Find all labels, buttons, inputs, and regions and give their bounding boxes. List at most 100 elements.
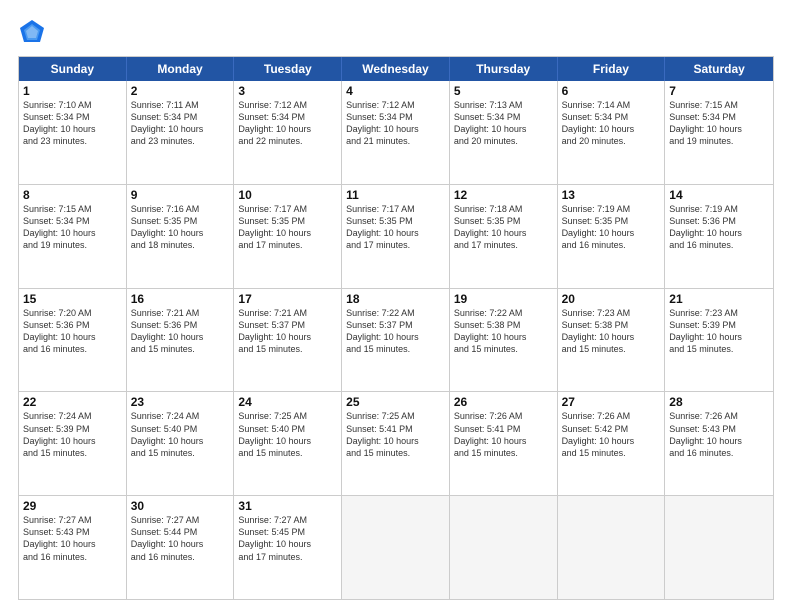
weekday-header: Tuesday — [234, 57, 342, 81]
calendar-cell: 19Sunrise: 7:22 AMSunset: 5:38 PMDayligh… — [450, 289, 558, 392]
calendar-cell: 4Sunrise: 7:12 AMSunset: 5:34 PMDaylight… — [342, 81, 450, 184]
cell-info: Sunrise: 7:16 AMSunset: 5:35 PMDaylight:… — [131, 203, 230, 252]
cell-info: Sunrise: 7:25 AMSunset: 5:40 PMDaylight:… — [238, 410, 337, 459]
calendar-cell: 11Sunrise: 7:17 AMSunset: 5:35 PMDayligh… — [342, 185, 450, 288]
weekday-header: Friday — [558, 57, 666, 81]
calendar-cell: 1Sunrise: 7:10 AMSunset: 5:34 PMDaylight… — [19, 81, 127, 184]
day-number: 31 — [238, 499, 337, 513]
cell-info: Sunrise: 7:19 AMSunset: 5:35 PMDaylight:… — [562, 203, 661, 252]
calendar-row: 1Sunrise: 7:10 AMSunset: 5:34 PMDaylight… — [19, 81, 773, 185]
day-number: 12 — [454, 188, 553, 202]
day-number: 18 — [346, 292, 445, 306]
calendar-header: SundayMondayTuesdayWednesdayThursdayFrid… — [19, 57, 773, 81]
calendar-row: 8Sunrise: 7:15 AMSunset: 5:34 PMDaylight… — [19, 185, 773, 289]
calendar-cell: 2Sunrise: 7:11 AMSunset: 5:34 PMDaylight… — [127, 81, 235, 184]
cell-info: Sunrise: 7:22 AMSunset: 5:37 PMDaylight:… — [346, 307, 445, 356]
day-number: 9 — [131, 188, 230, 202]
day-number: 17 — [238, 292, 337, 306]
calendar-cell — [665, 496, 773, 599]
calendar-cell: 24Sunrise: 7:25 AMSunset: 5:40 PMDayligh… — [234, 392, 342, 495]
logo-icon — [18, 18, 46, 46]
calendar-cell: 26Sunrise: 7:26 AMSunset: 5:41 PMDayligh… — [450, 392, 558, 495]
calendar-cell — [342, 496, 450, 599]
calendar-cell: 14Sunrise: 7:19 AMSunset: 5:36 PMDayligh… — [665, 185, 773, 288]
weekday-header: Saturday — [665, 57, 773, 81]
calendar-cell: 23Sunrise: 7:24 AMSunset: 5:40 PMDayligh… — [127, 392, 235, 495]
day-number: 8 — [23, 188, 122, 202]
weekday-header: Wednesday — [342, 57, 450, 81]
calendar-cell: 16Sunrise: 7:21 AMSunset: 5:36 PMDayligh… — [127, 289, 235, 392]
calendar-cell — [450, 496, 558, 599]
cell-info: Sunrise: 7:26 AMSunset: 5:41 PMDaylight:… — [454, 410, 553, 459]
day-number: 20 — [562, 292, 661, 306]
cell-info: Sunrise: 7:26 AMSunset: 5:43 PMDaylight:… — [669, 410, 769, 459]
day-number: 14 — [669, 188, 769, 202]
cell-info: Sunrise: 7:20 AMSunset: 5:36 PMDaylight:… — [23, 307, 122, 356]
cell-info: Sunrise: 7:25 AMSunset: 5:41 PMDaylight:… — [346, 410, 445, 459]
calendar-row: 22Sunrise: 7:24 AMSunset: 5:39 PMDayligh… — [19, 392, 773, 496]
calendar-cell: 27Sunrise: 7:26 AMSunset: 5:42 PMDayligh… — [558, 392, 666, 495]
cell-info: Sunrise: 7:12 AMSunset: 5:34 PMDaylight:… — [346, 99, 445, 148]
cell-info: Sunrise: 7:23 AMSunset: 5:38 PMDaylight:… — [562, 307, 661, 356]
day-number: 7 — [669, 84, 769, 98]
cell-info: Sunrise: 7:27 AMSunset: 5:45 PMDaylight:… — [238, 514, 337, 563]
calendar-cell: 31Sunrise: 7:27 AMSunset: 5:45 PMDayligh… — [234, 496, 342, 599]
weekday-header: Thursday — [450, 57, 558, 81]
cell-info: Sunrise: 7:21 AMSunset: 5:36 PMDaylight:… — [131, 307, 230, 356]
day-number: 15 — [23, 292, 122, 306]
calendar-cell: 6Sunrise: 7:14 AMSunset: 5:34 PMDaylight… — [558, 81, 666, 184]
cell-info: Sunrise: 7:27 AMSunset: 5:44 PMDaylight:… — [131, 514, 230, 563]
cell-info: Sunrise: 7:22 AMSunset: 5:38 PMDaylight:… — [454, 307, 553, 356]
logo — [18, 18, 50, 46]
weekday-header: Monday — [127, 57, 235, 81]
day-number: 16 — [131, 292, 230, 306]
calendar-cell: 12Sunrise: 7:18 AMSunset: 5:35 PMDayligh… — [450, 185, 558, 288]
calendar-cell: 20Sunrise: 7:23 AMSunset: 5:38 PMDayligh… — [558, 289, 666, 392]
day-number: 6 — [562, 84, 661, 98]
day-number: 11 — [346, 188, 445, 202]
calendar-cell: 30Sunrise: 7:27 AMSunset: 5:44 PMDayligh… — [127, 496, 235, 599]
calendar-cell: 21Sunrise: 7:23 AMSunset: 5:39 PMDayligh… — [665, 289, 773, 392]
calendar-cell: 7Sunrise: 7:15 AMSunset: 5:34 PMDaylight… — [665, 81, 773, 184]
day-number: 30 — [131, 499, 230, 513]
cell-info: Sunrise: 7:24 AMSunset: 5:40 PMDaylight:… — [131, 410, 230, 459]
calendar-cell: 17Sunrise: 7:21 AMSunset: 5:37 PMDayligh… — [234, 289, 342, 392]
cell-info: Sunrise: 7:17 AMSunset: 5:35 PMDaylight:… — [238, 203, 337, 252]
day-number: 22 — [23, 395, 122, 409]
day-number: 25 — [346, 395, 445, 409]
calendar-cell: 18Sunrise: 7:22 AMSunset: 5:37 PMDayligh… — [342, 289, 450, 392]
calendar-cell: 22Sunrise: 7:24 AMSunset: 5:39 PMDayligh… — [19, 392, 127, 495]
day-number: 27 — [562, 395, 661, 409]
cell-info: Sunrise: 7:10 AMSunset: 5:34 PMDaylight:… — [23, 99, 122, 148]
calendar-cell: 10Sunrise: 7:17 AMSunset: 5:35 PMDayligh… — [234, 185, 342, 288]
day-number: 19 — [454, 292, 553, 306]
calendar-cell: 29Sunrise: 7:27 AMSunset: 5:43 PMDayligh… — [19, 496, 127, 599]
calendar-cell: 9Sunrise: 7:16 AMSunset: 5:35 PMDaylight… — [127, 185, 235, 288]
cell-info: Sunrise: 7:26 AMSunset: 5:42 PMDaylight:… — [562, 410, 661, 459]
cell-info: Sunrise: 7:12 AMSunset: 5:34 PMDaylight:… — [238, 99, 337, 148]
day-number: 10 — [238, 188, 337, 202]
cell-info: Sunrise: 7:13 AMSunset: 5:34 PMDaylight:… — [454, 99, 553, 148]
calendar-cell: 3Sunrise: 7:12 AMSunset: 5:34 PMDaylight… — [234, 81, 342, 184]
day-number: 3 — [238, 84, 337, 98]
cell-info: Sunrise: 7:18 AMSunset: 5:35 PMDaylight:… — [454, 203, 553, 252]
cell-info: Sunrise: 7:23 AMSunset: 5:39 PMDaylight:… — [669, 307, 769, 356]
cell-info: Sunrise: 7:24 AMSunset: 5:39 PMDaylight:… — [23, 410, 122, 459]
calendar-cell: 5Sunrise: 7:13 AMSunset: 5:34 PMDaylight… — [450, 81, 558, 184]
calendar-cell: 28Sunrise: 7:26 AMSunset: 5:43 PMDayligh… — [665, 392, 773, 495]
calendar-body: 1Sunrise: 7:10 AMSunset: 5:34 PMDaylight… — [19, 81, 773, 599]
day-number: 5 — [454, 84, 553, 98]
day-number: 23 — [131, 395, 230, 409]
day-number: 1 — [23, 84, 122, 98]
cell-info: Sunrise: 7:27 AMSunset: 5:43 PMDaylight:… — [23, 514, 122, 563]
calendar-cell: 15Sunrise: 7:20 AMSunset: 5:36 PMDayligh… — [19, 289, 127, 392]
calendar-cell — [558, 496, 666, 599]
cell-info: Sunrise: 7:19 AMSunset: 5:36 PMDaylight:… — [669, 203, 769, 252]
calendar-row: 15Sunrise: 7:20 AMSunset: 5:36 PMDayligh… — [19, 289, 773, 393]
day-number: 21 — [669, 292, 769, 306]
day-number: 2 — [131, 84, 230, 98]
day-number: 13 — [562, 188, 661, 202]
cell-info: Sunrise: 7:14 AMSunset: 5:34 PMDaylight:… — [562, 99, 661, 148]
page: SundayMondayTuesdayWednesdayThursdayFrid… — [0, 0, 792, 612]
cell-info: Sunrise: 7:11 AMSunset: 5:34 PMDaylight:… — [131, 99, 230, 148]
